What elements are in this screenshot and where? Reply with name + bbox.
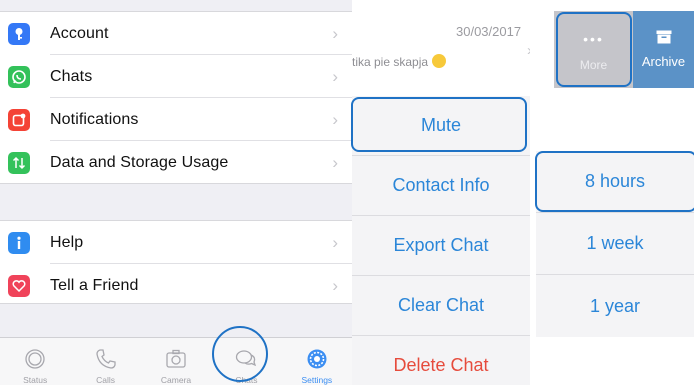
duration-8-hours[interactable]: 8 hours — [536, 151, 694, 213]
settings-item-label: Data and Storage Usage — [50, 153, 229, 171]
chat-snippet: tika pie skapja — [352, 54, 447, 69]
heart-icon — [8, 274, 30, 297]
archive-label: Archive — [641, 54, 686, 69]
action-sheet: Mute Contact Info Export Chat Clear Chat… — [352, 96, 530, 385]
settings-item-account[interactable]: Account › — [0, 12, 352, 55]
settings-group-main: Account › Chats › Notifications › Data a… — [0, 12, 352, 184]
settings-group-support: Help › Tell a Friend › — [0, 220, 352, 304]
info-icon — [8, 231, 30, 254]
chat-snippet-text: tika pie skapja — [352, 55, 429, 69]
chevron-right-icon: › — [332, 109, 338, 129]
settings-panel: Account › Chats › Notifications › Data a… — [0, 0, 352, 385]
arrows-updown-icon — [8, 151, 30, 174]
settings-item-label: Tell a Friend — [50, 276, 139, 294]
tab-settings[interactable]: Settings — [282, 338, 352, 385]
chevron-right-icon: › — [332, 275, 338, 295]
phone-icon — [95, 349, 116, 369]
delete-chat-button[interactable]: Delete Chat — [352, 336, 530, 385]
tab-label: Camera — [160, 375, 192, 385]
whatsapp-icon — [8, 65, 30, 88]
chevron-right-icon: › — [332, 23, 338, 43]
chevron-right-icon: › — [332, 152, 338, 172]
tab-label: Status — [23, 375, 48, 385]
settings-item-label: Account — [50, 24, 109, 42]
ellipsis-icon: ••• — [583, 30, 604, 47]
settings-item-chats[interactable]: Chats › — [0, 55, 352, 98]
tab-label: Settings — [301, 375, 333, 385]
settings-item-label: Notifications — [50, 110, 139, 128]
tab-chats[interactable]: Chats — [211, 338, 281, 385]
more-label: More — [579, 57, 608, 72]
settings-item-label: Help — [50, 233, 84, 251]
duration-1-year[interactable]: 1 year — [536, 275, 694, 337]
archive-icon — [656, 30, 671, 44]
chat-bubbles-icon — [236, 350, 257, 367]
tab-label: Calls — [96, 375, 116, 385]
mute-duration-panel: ••• More Archive 8 hours 1 week 1 year — [530, 0, 694, 385]
tab-calls[interactable]: Calls — [70, 338, 140, 385]
gear-icon — [307, 349, 327, 369]
camera-icon — [166, 349, 186, 368]
chat-date: 30/03/2017 — [456, 24, 522, 39]
tab-label: Chats — [235, 375, 258, 385]
settings-item-label: Chats — [50, 67, 93, 85]
clear-chat-button[interactable]: Clear Chat — [352, 276, 530, 336]
tab-camera[interactable]: Camera — [141, 338, 211, 385]
tab-status[interactable]: Status — [0, 338, 70, 385]
settings-item-help[interactable]: Help › — [0, 221, 352, 264]
settings-item-notifications[interactable]: Notifications › — [0, 98, 352, 141]
mute-button[interactable]: Mute — [352, 96, 530, 156]
chevron-right-icon: › — [332, 66, 338, 86]
duration-1-week[interactable]: 1 week — [536, 213, 694, 275]
key-icon — [8, 22, 30, 45]
settings-item-tell-friend[interactable]: Tell a Friend › — [0, 264, 352, 307]
chevron-right-icon: › — [332, 232, 338, 252]
duration-list: 8 hours 1 week 1 year — [536, 151, 694, 337]
archive-button[interactable]: Archive — [633, 11, 694, 88]
screen: Account › Chats › Notifications › Data a… — [0, 0, 694, 385]
export-chat-button[interactable]: Export Chat — [352, 216, 530, 276]
chat-actions-panel: 30/03/2017 tika pie skapja › Mute Contac… — [352, 0, 530, 385]
contact-info-button[interactable]: Contact Info — [352, 156, 530, 216]
settings-item-data-storage[interactable]: Data and Storage Usage › — [0, 141, 352, 184]
smiley-emoji-icon — [432, 54, 447, 68]
status-icon — [25, 349, 45, 369]
more-button[interactable]: ••• More — [554, 11, 633, 88]
tab-bar: Status Calls Camera Chats Settings — [0, 337, 352, 385]
notification-icon — [8, 108, 30, 131]
